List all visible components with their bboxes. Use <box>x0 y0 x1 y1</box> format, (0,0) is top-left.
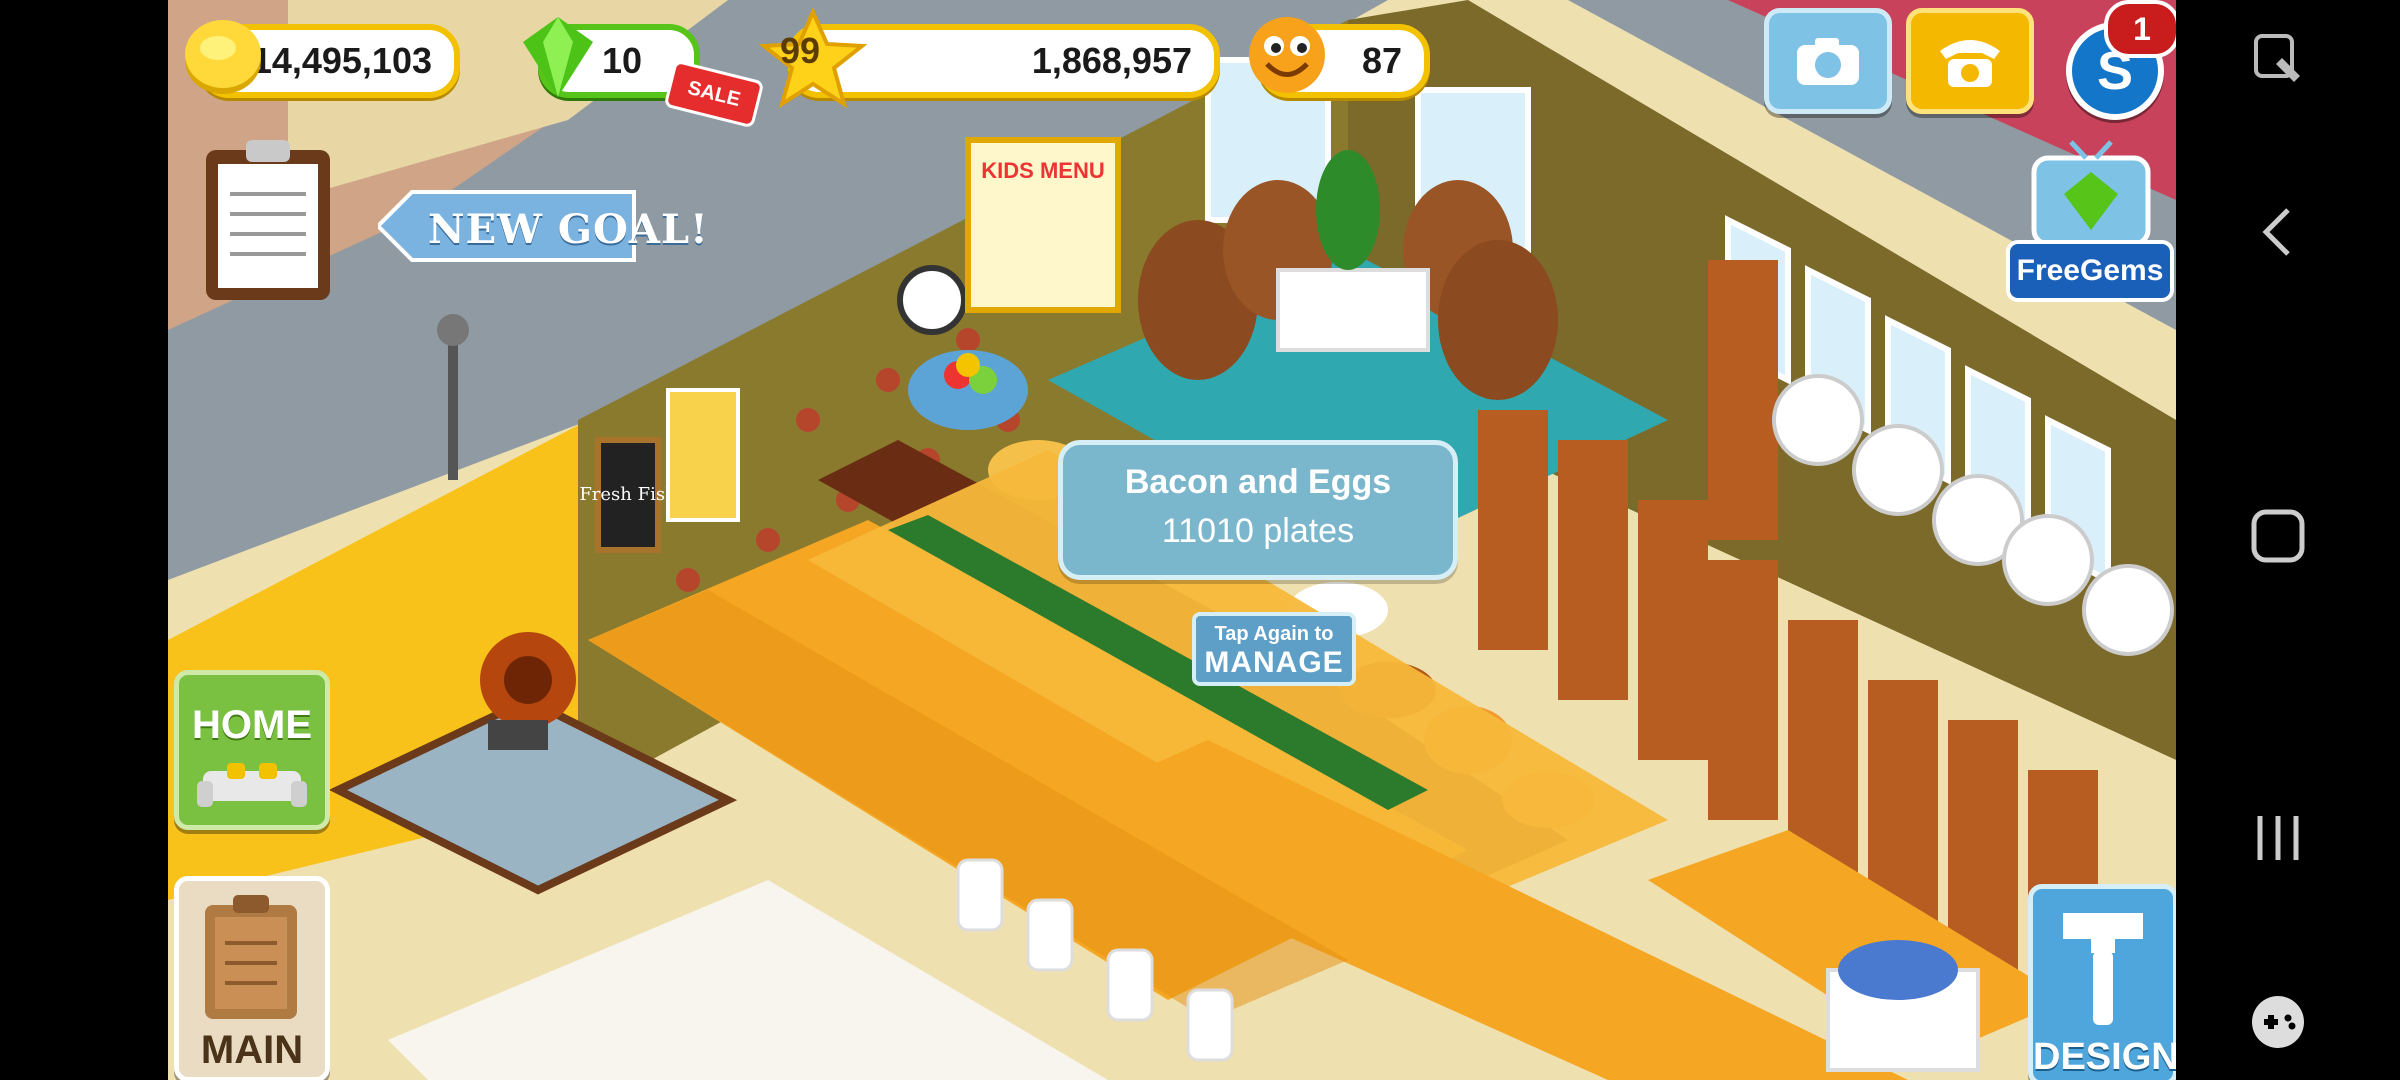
white-table <box>1276 268 1430 352</box>
main-clipboard-icon <box>205 895 297 1019</box>
wall-clock <box>897 265 967 335</box>
phone-icon <box>1940 40 2000 87</box>
new-goal-label[interactable]: NEW GOAL! <box>428 206 709 253</box>
freegems-tv-icon[interactable] <box>2026 138 2156 248</box>
kids-menu-board-text: KIDS MENU <box>981 158 1104 183</box>
back-icon[interactable] <box>2246 200 2310 264</box>
dish-tooltip[interactable]: Bacon and Eggs 11010 plates <box>1058 440 1458 580</box>
lamp-post <box>448 330 458 480</box>
screen-lock-icon[interactable] <box>2246 28 2310 92</box>
game-tools-icon[interactable] <box>2246 990 2310 1054</box>
camera-button[interactable] <box>1764 8 1892 114</box>
home-nav-icon[interactable] <box>2246 504 2310 568</box>
lamp-head <box>437 314 469 346</box>
level-number: 99 <box>780 30 821 71</box>
design-button[interactable]: DESIGN <box>2028 884 2176 1080</box>
camera-icon <box>1797 38 1859 85</box>
sofa-icon <box>197 763 307 807</box>
dish-name: Bacon and Eggs <box>1124 463 1392 501</box>
main-button[interactable]: MAIN <box>174 876 330 1080</box>
coin-icon <box>185 20 261 94</box>
freegems-button[interactable]: FreeGems <box>2006 240 2174 302</box>
home-button[interactable]: HOME <box>174 670 330 830</box>
chef-poster <box>666 388 740 522</box>
fresh-fish-sign-text: Fresh Fish <box>579 484 677 505</box>
dessert-plate <box>1838 940 1958 1000</box>
goals-clipboard-icon[interactable] <box>198 134 338 304</box>
game-viewport[interactable]: Fresh Fish KIDS MENU 14,495,103 10 SALE … <box>168 0 2176 1080</box>
manage-button[interactable]: Tap Again to MANAGE <box>1192 612 1356 686</box>
smiley-icon <box>1249 17 1325 93</box>
plant <box>1316 150 1380 270</box>
notification-badge: 1 <box>2104 0 2176 58</box>
android-nav-bar <box>2176 0 2400 1080</box>
hammer-icon <box>2063 913 2143 1025</box>
recent-apps-icon[interactable] <box>2246 806 2310 870</box>
phone-button[interactable] <box>1906 8 2034 114</box>
dish-plates: 11010 plates <box>1161 512 1355 550</box>
gem-icon <box>523 17 593 97</box>
